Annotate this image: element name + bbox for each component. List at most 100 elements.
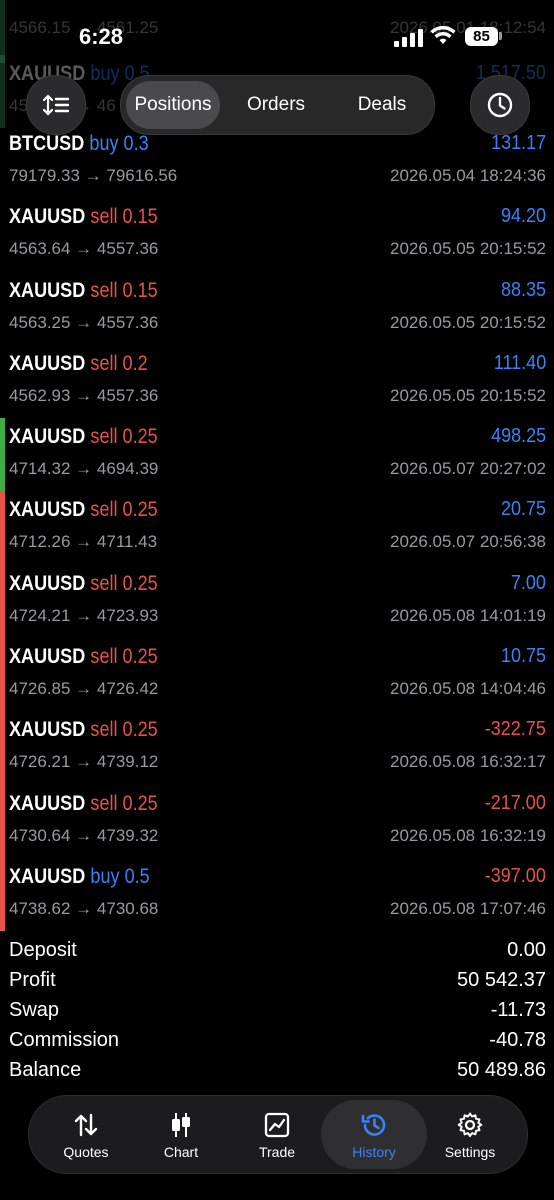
trade-symbol: BTCUSD buy 0.3 bbox=[9, 132, 149, 155]
trade-direction: buy 0.5 bbox=[90, 864, 150, 888]
trade-row[interactable]: XAUUSD sell 0.25 4726.85 → 4726.42 10.75 202… bbox=[0, 638, 554, 712]
gear-icon bbox=[457, 1112, 483, 1138]
row-status-bar bbox=[0, 198, 5, 272]
row-status-bar bbox=[0, 125, 5, 199]
tab-chart[interactable]: Chart bbox=[133, 1096, 229, 1173]
trade-row[interactable]: XAUUSD sell 0.25 4714.32 → 4694.39 498.25 20… bbox=[0, 418, 554, 492]
trade-time: 2026.05.08 14:04:46 bbox=[390, 679, 546, 699]
candlestick-icon bbox=[172, 1113, 190, 1137]
trade-time: 2026.05.07 20:56:38 bbox=[390, 532, 546, 552]
trade-symbol: XAUUSD sell 0.25 bbox=[9, 498, 158, 522]
trade-profit: -397.00 bbox=[484, 864, 546, 887]
trade-profit: 498.25 bbox=[490, 425, 546, 448]
tab-trade[interactable]: Trade bbox=[229, 1096, 325, 1173]
row-status-bar bbox=[0, 344, 5, 419]
clock-icon bbox=[487, 92, 513, 118]
trade-prices: 4724.21 → 4723.93 bbox=[9, 605, 159, 625]
summary-row: Commission -40.78 bbox=[0, 1027, 554, 1057]
trade-prices: 4563.25 → 4557.36 bbox=[9, 312, 159, 332]
row-status-bar bbox=[0, 418, 5, 492]
tab-deals[interactable]: Deals bbox=[335, 81, 429, 129]
trade-symbol: XAUUSD sell 0.25 bbox=[9, 571, 158, 595]
summary-label: Deposit bbox=[9, 939, 77, 961]
trade-direction: sell 0.2 bbox=[90, 351, 148, 375]
bottom-tab-bar: Quotes Chart Trade History Settings bbox=[28, 1095, 528, 1174]
row-status-bar bbox=[0, 857, 5, 932]
trade-profit: 131.17 bbox=[490, 132, 546, 154]
sort-icon bbox=[43, 94, 69, 116]
summary-value: -11.73 bbox=[490, 999, 546, 1021]
trade-row[interactable]: XAUUSD sell 0.25 4724.21 → 4723.93 7.00 2026… bbox=[0, 564, 554, 639]
trade-row[interactable]: XAUUSD sell 0.25 4712.26 → 4711.43 20.75 202… bbox=[0, 491, 554, 565]
row-status-bar bbox=[0, 711, 5, 785]
trade-time: 2026.05.05 20:15:52 bbox=[390, 239, 546, 259]
row-status-bar bbox=[0, 564, 5, 639]
trade-direction: sell 0.25 bbox=[90, 791, 158, 815]
trade-symbol: XAUUSD sell 0.25 bbox=[9, 645, 158, 669]
trade-time: 2026.05.04 18:24:36 bbox=[390, 166, 546, 185]
quotes-arrows-icon bbox=[74, 1113, 98, 1137]
trade-direction: buy 0.3 bbox=[89, 132, 149, 155]
summary-label: Commission bbox=[9, 1029, 120, 1051]
battery-icon: 85 bbox=[465, 27, 498, 46]
trade-time: 2026.05.05 20:15:52 bbox=[390, 312, 546, 332]
trade-profit: -322.75 bbox=[484, 718, 546, 741]
tab-orders[interactable]: Orders bbox=[228, 81, 324, 129]
summary-row: Profit 50 542.37 bbox=[0, 967, 554, 997]
trade-prices: 4730.64 → 4739.32 bbox=[9, 825, 159, 845]
summary-value: 50 489.86 bbox=[457, 1059, 546, 1081]
trade-row[interactable]: XAUUSD sell 0.25 4730.64 → 4739.32 -217.00 2… bbox=[0, 784, 554, 858]
history-clock-icon bbox=[361, 1114, 386, 1136]
tab-positions[interactable]: Positions bbox=[126, 81, 220, 129]
trade-prices: 4712.26 → 4711.43 bbox=[9, 532, 158, 552]
row-status-bar bbox=[0, 638, 5, 712]
summary-row: Deposit 0.00 bbox=[0, 937, 554, 967]
summary: Deposit 0.00 Profit 50 542.37 Swap -11.73 Comm… bbox=[0, 937, 554, 1087]
trade-row[interactable]: XAUUSD sell 0.15 4563.64 → 4557.36 94.20 202… bbox=[0, 198, 554, 272]
trade-direction: sell 0.25 bbox=[90, 571, 158, 595]
trade-chart-icon bbox=[264, 1112, 290, 1138]
trade-time: 2026.05.08 17:07:46 bbox=[390, 898, 546, 918]
clock: 6:28 bbox=[79, 24, 124, 49]
trade-symbol: XAUUSD buy 0.5 bbox=[9, 864, 150, 888]
summary-value: 50 542.37 bbox=[457, 969, 546, 991]
trade-symbol: XAUUSD sell 0.2 bbox=[9, 351, 148, 375]
wifi-icon bbox=[430, 26, 456, 44]
trade-row[interactable]: XAUUSD sell 0.25 4726.21 → 4739.12 -322.75 2… bbox=[0, 711, 554, 785]
summary-row: Swap -11.73 bbox=[0, 997, 554, 1027]
trade-row[interactable]: XAUUSD sell 0.2 4562.93 → 4557.36 111.40 202… bbox=[0, 344, 554, 419]
tab-history[interactable]: History bbox=[321, 1100, 427, 1169]
summary-value: 0.00 bbox=[507, 939, 546, 961]
trade-row[interactable]: BTCUSD buy 0.3 79179.33 → 79616.56 131.17 20… bbox=[0, 125, 554, 199]
trade-direction: sell 0.15 bbox=[90, 205, 158, 229]
trade-symbol: XAUUSD sell 0.15 bbox=[9, 205, 158, 229]
trade-direction: sell 0.25 bbox=[90, 645, 158, 669]
trade-prices: 79179.33 → 79616.56 bbox=[9, 166, 178, 185]
trade-profit: 7.00 bbox=[510, 571, 546, 594]
tab-settings[interactable]: Settings bbox=[422, 1096, 518, 1173]
summary-value: -40.78 bbox=[489, 1029, 546, 1051]
trade-time: 2026.05.07 20:27:02 bbox=[390, 459, 546, 479]
trade-profit: 111.40 bbox=[493, 351, 546, 374]
trade-row[interactable]: XAUUSD sell 0.15 4563.25 → 4557.36 88.35 202… bbox=[0, 271, 554, 345]
summary-label: Balance bbox=[9, 1059, 82, 1081]
status-bar: 6:28 85 bbox=[0, 0, 554, 60]
summary-row: Balance 50 489.86 bbox=[0, 1057, 554, 1087]
trade-time: 2026.05.05 20:15:52 bbox=[390, 385, 546, 405]
trade-direction: sell 0.25 bbox=[90, 718, 158, 742]
sort-button[interactable] bbox=[26, 75, 86, 135]
history-segmented-control: Positions Orders Deals bbox=[120, 75, 435, 135]
trade-prices: 4714.32 → 4694.39 bbox=[9, 459, 159, 479]
trade-direction: sell 0.25 bbox=[90, 425, 158, 449]
trade-prices: 4563.64 → 4557.36 bbox=[9, 239, 159, 259]
trade-symbol: XAUUSD sell 0.25 bbox=[9, 791, 158, 815]
trade-time: 2026.05.08 16:32:19 bbox=[390, 825, 546, 845]
trade-direction: sell 0.25 bbox=[90, 498, 158, 522]
trade-row[interactable]: XAUUSD buy 0.5 4738.62 → 4730.68 -397.00 202… bbox=[0, 857, 554, 932]
trade-profit: 20.75 bbox=[500, 498, 546, 521]
period-button[interactable] bbox=[470, 75, 530, 135]
trade-prices: 4562.93 → 4557.36 bbox=[9, 385, 159, 405]
tab-quotes[interactable]: Quotes bbox=[38, 1096, 134, 1173]
trade-direction: sell 0.15 bbox=[90, 278, 158, 302]
trade-list: BTCUSD buy 0.3 79179.33 → 79616.56 131.17 20… bbox=[0, 125, 554, 932]
